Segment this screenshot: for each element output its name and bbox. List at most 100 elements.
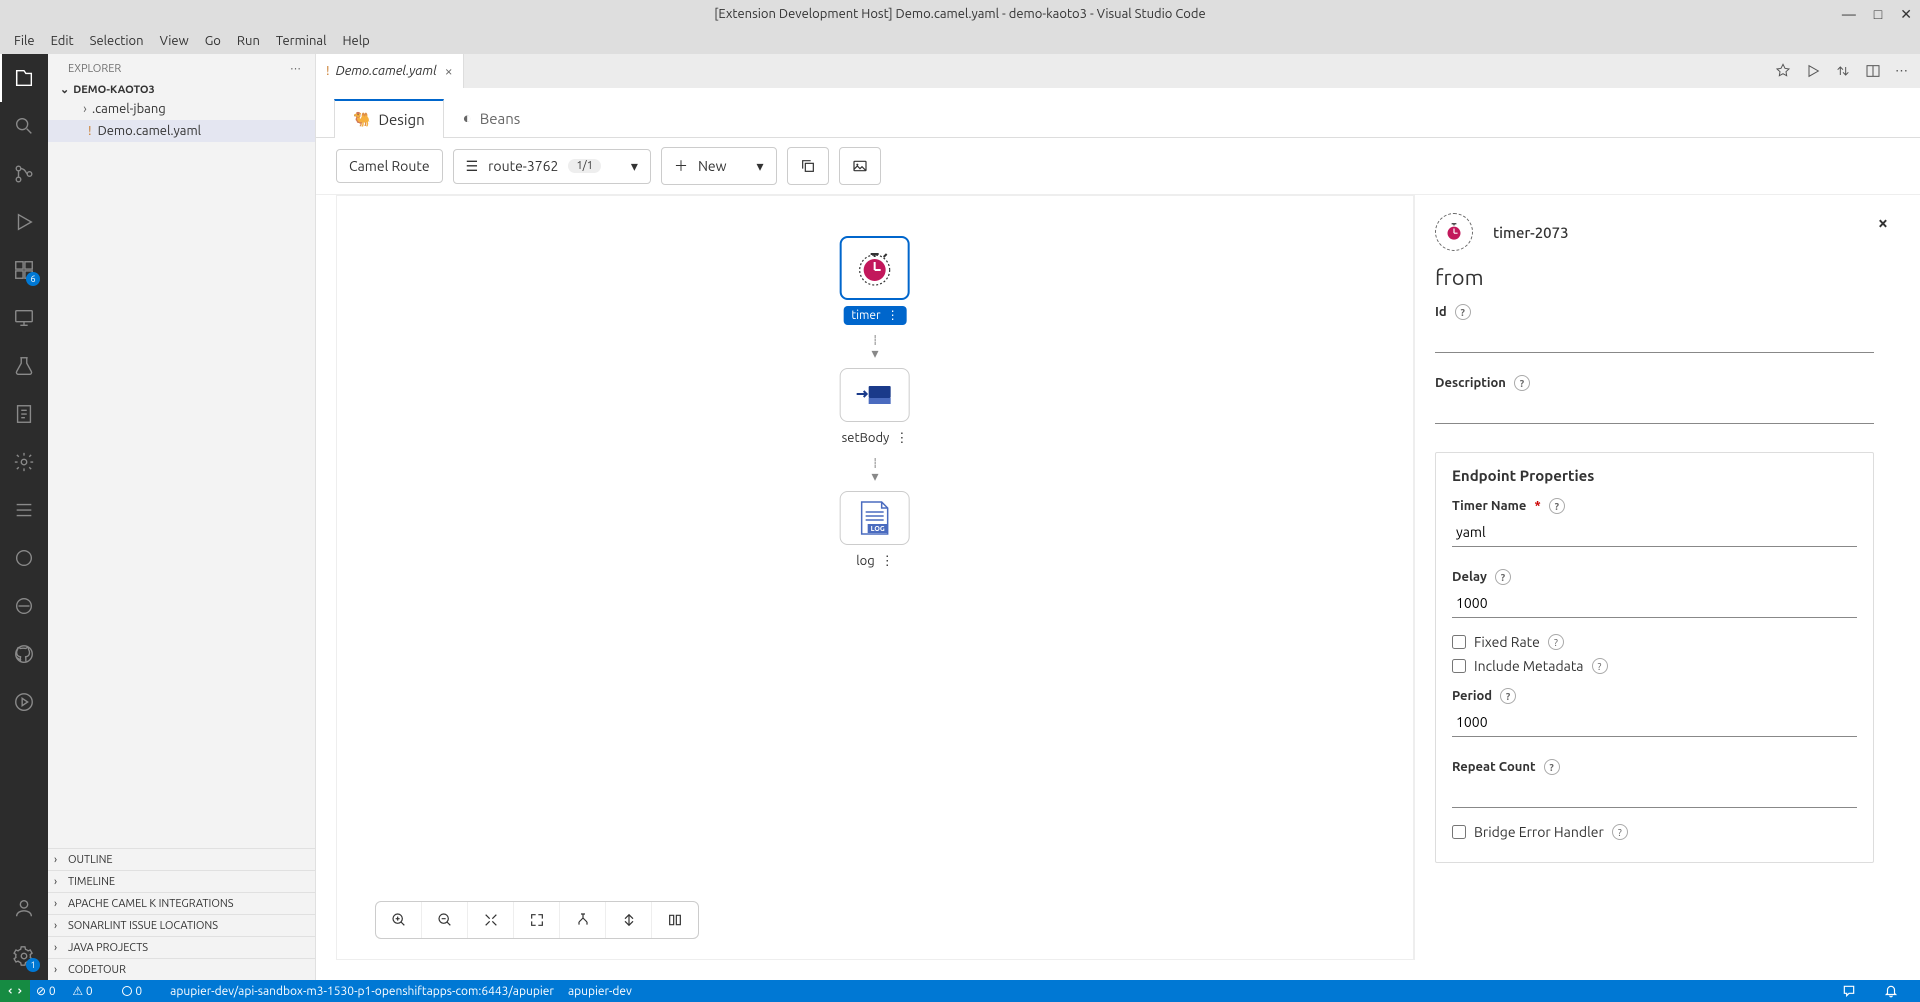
tree-item-file[interactable]: ! Demo.camel.yaml — [48, 120, 315, 142]
menu-go[interactable]: Go — [197, 31, 229, 51]
menu-help[interactable]: Help — [334, 31, 377, 51]
explorer-more-icon[interactable]: ⋯ — [290, 62, 301, 75]
extensions-icon[interactable]: 6 — [0, 246, 48, 294]
editor-action-icon[interactable] — [1775, 63, 1791, 79]
delay-input[interactable] — [1452, 589, 1857, 618]
fit-icon[interactable] — [468, 902, 514, 938]
close-tab-icon[interactable]: × — [445, 63, 453, 79]
tab-beans[interactable]: ◐ Beans — [444, 98, 540, 137]
references-icon[interactable] — [0, 390, 48, 438]
design-canvas[interactable]: timer⋮ ▾ setBody⋮ ▾ LOG log⋮ — [336, 195, 1414, 960]
section-outline[interactable]: ›OUTLINE — [48, 848, 315, 870]
accounts-icon[interactable] — [0, 884, 48, 932]
close-panel-icon[interactable]: × — [1878, 213, 1888, 233]
help-icon[interactable]: ? — [1455, 304, 1471, 320]
node-setbody[interactable] — [840, 368, 910, 422]
editor-action-icon[interactable] — [1835, 63, 1851, 79]
node-label-log: log — [856, 554, 875, 568]
zoom-in-icon[interactable] — [376, 902, 422, 938]
node-menu-icon[interactable]: ⋮ — [887, 310, 899, 322]
new-button[interactable]: ＋ New ▾ — [661, 147, 777, 185]
github-icon[interactable] — [0, 630, 48, 678]
tree-item-label: Demo.camel.yaml — [98, 124, 202, 138]
fixed-rate-checkbox[interactable] — [1452, 635, 1466, 649]
repeat-count-input[interactable] — [1452, 779, 1857, 808]
remote-indicator[interactable] — [0, 980, 30, 1002]
description-input[interactable] — [1435, 395, 1874, 424]
editor-action-icon[interactable] — [1805, 63, 1821, 79]
section-timeline[interactable]: ›TIMELINE — [48, 870, 315, 892]
menu-view[interactable]: View — [152, 31, 197, 51]
status-namespace[interactable]: apupier-dev — [568, 985, 632, 998]
menu-edit[interactable]: Edit — [43, 31, 82, 51]
close-icon[interactable]: ✕ — [1900, 6, 1912, 23]
section-codetour[interactable]: ›CODETOUR — [48, 958, 315, 980]
more-icon[interactable]: ⋯ — [1895, 64, 1908, 79]
settings-sync-icon[interactable] — [0, 438, 48, 486]
period-input[interactable] — [1452, 708, 1857, 737]
target-icon[interactable] — [0, 582, 48, 630]
layout-icon[interactable] — [560, 902, 606, 938]
help-icon[interactable]: ? — [1549, 498, 1565, 514]
help-icon[interactable]: ? — [1544, 759, 1560, 775]
remote-explorer-icon[interactable] — [0, 294, 48, 342]
menu-file[interactable]: File — [6, 31, 43, 51]
include-metadata-checkbox[interactable] — [1452, 659, 1466, 673]
search-icon[interactable] — [0, 102, 48, 150]
copy-button[interactable] — [787, 147, 829, 185]
menu-terminal[interactable]: Terminal — [268, 31, 335, 51]
section-camelk[interactable]: ›APACHE CAMEL K INTEGRATIONS — [48, 892, 315, 914]
label-delay: Delay — [1452, 570, 1487, 584]
run-debug-icon[interactable] — [0, 198, 48, 246]
help-icon[interactable]: ? — [1548, 634, 1564, 650]
section-sonarlint[interactable]: ›SONARLINT ISSUE LOCATIONS — [48, 914, 315, 936]
source-control-icon[interactable] — [0, 150, 48, 198]
id-input[interactable] — [1435, 324, 1874, 353]
menu-run[interactable]: Run — [229, 31, 268, 51]
folder-header[interactable]: ⌄ DEMO-KAOTO3 — [48, 81, 315, 98]
section-java[interactable]: ›JAVA PROJECTS — [48, 936, 315, 958]
manage-icon[interactable]: 1 — [0, 932, 48, 980]
help-icon[interactable]: ? — [1592, 658, 1608, 674]
zoom-out-icon[interactable] — [422, 902, 468, 938]
status-errors[interactable]: ⊘ 0 ⚠ 0 — [36, 984, 107, 998]
maximize-icon[interactable]: □ — [1874, 6, 1882, 23]
help-icon[interactable]: ? — [1514, 375, 1530, 391]
help-icon[interactable]: ? — [1495, 569, 1511, 585]
node-menu-icon[interactable]: ⋮ — [895, 432, 908, 445]
minimize-icon[interactable]: — — [1842, 6, 1856, 23]
editor-area: ! Demo.camel.yaml × ⋯ 🐫 Design ◐ — [316, 54, 1920, 980]
circle-icon[interactable] — [0, 534, 48, 582]
help-icon[interactable]: ? — [1500, 688, 1516, 704]
node-log[interactable]: LOG — [840, 491, 910, 545]
editor-tabs: ! Demo.camel.yaml × ⋯ — [316, 54, 1920, 88]
catalog-icon[interactable] — [652, 902, 698, 938]
split-editor-icon[interactable] — [1865, 63, 1881, 79]
explorer-icon[interactable] — [0, 54, 48, 102]
timer-name-input[interactable] — [1452, 518, 1857, 547]
test-icon[interactable] — [0, 342, 48, 390]
list-icon[interactable] — [0, 486, 48, 534]
help-icon[interactable]: ? — [1612, 824, 1628, 840]
bridge-error-checkbox[interactable] — [1452, 825, 1466, 839]
menu-selection[interactable]: Selection — [82, 31, 152, 51]
editor-tab[interactable]: ! Demo.camel.yaml × — [316, 54, 464, 88]
status-ports[interactable]: 0 — [121, 985, 157, 998]
image-button[interactable] — [839, 147, 881, 185]
play-circle-icon[interactable] — [0, 678, 48, 726]
status-bar: ⊘ 0 ⚠ 0 0 apupier-dev/api-sandbox-m3-153… — [0, 980, 1920, 1002]
title-bar: [Extension Development Host] Demo.camel.… — [0, 0, 1920, 28]
status-feedback-icon[interactable] — [1842, 984, 1856, 998]
activity-bar: 6 1 — [0, 54, 48, 980]
node-timer[interactable] — [840, 236, 910, 300]
tab-design[interactable]: 🐫 Design — [334, 99, 444, 138]
expand-icon[interactable] — [514, 902, 560, 938]
status-cluster[interactable]: apupier-dev/api-sandbox-m3-1530-p1-opens… — [170, 985, 554, 998]
status-bell-icon[interactable] — [1884, 984, 1898, 998]
node-menu-icon[interactable]: ⋮ — [881, 555, 894, 568]
tree-item-folder[interactable]: › .camel-jbang — [48, 98, 315, 120]
route-type-button[interactable]: Camel Route — [336, 149, 443, 183]
layout2-icon[interactable] — [606, 902, 652, 938]
route-select[interactable]: ☰ route-3762 1/1 ▾ — [453, 149, 651, 184]
kaoto-toolbar: Camel Route ☰ route-3762 1/1 ▾ ＋ New ▾ — [316, 138, 1920, 194]
